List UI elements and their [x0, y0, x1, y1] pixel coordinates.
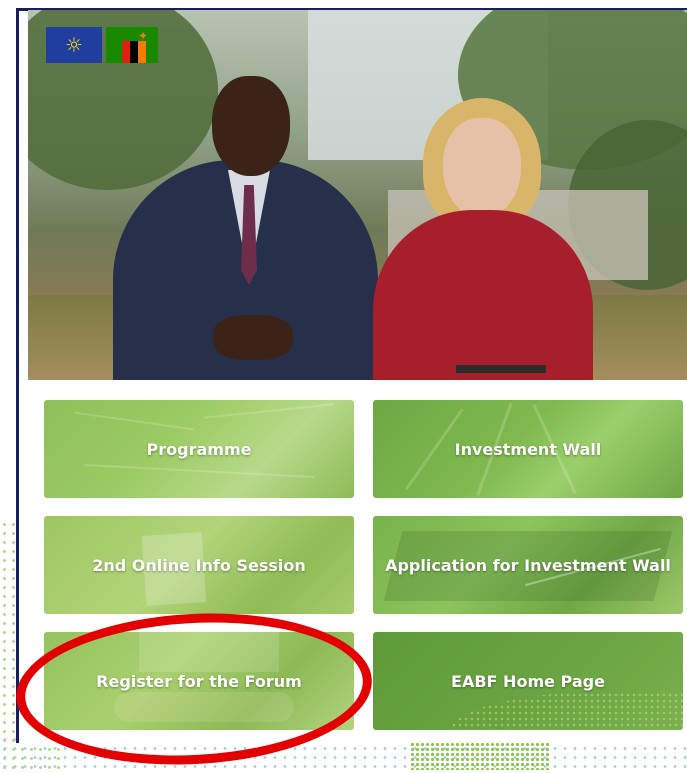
- presenter-man-head: [212, 76, 290, 176]
- presenter-man-hands: [213, 315, 293, 360]
- tile-label: 2nd Online Info Session: [92, 555, 306, 575]
- application-investment-wall-tile[interactable]: Application for Investment Wall: [373, 516, 683, 614]
- flags: ☼ ✦: [46, 27, 158, 63]
- register-forum-tile[interactable]: Register for the Forum: [44, 632, 354, 730]
- eabf-home-page-tile[interactable]: EABF Home Page: [373, 632, 683, 730]
- presenter-woman: [373, 210, 593, 380]
- presenter-woman-face: [443, 118, 521, 218]
- tile-label: Investment Wall: [454, 439, 602, 459]
- online-info-session-tile[interactable]: 2nd Online Info Session: [44, 516, 354, 614]
- eu-flag-icon: ☼: [46, 27, 102, 63]
- investment-wall-tile[interactable]: Investment Wall: [373, 400, 683, 498]
- tile-label: Programme: [146, 439, 252, 459]
- programme-tile[interactable]: Programme: [44, 400, 354, 498]
- zambia-flag-icon: ✦: [106, 27, 158, 63]
- tile-label: Register for the Forum: [96, 671, 302, 691]
- tile-label: EABF Home Page: [451, 671, 605, 691]
- presenter-woman-belt: [456, 365, 546, 373]
- dotted-background-green: [410, 742, 550, 770]
- tile-label: Application for Investment Wall: [385, 555, 671, 575]
- hero-image: [28, 10, 687, 380]
